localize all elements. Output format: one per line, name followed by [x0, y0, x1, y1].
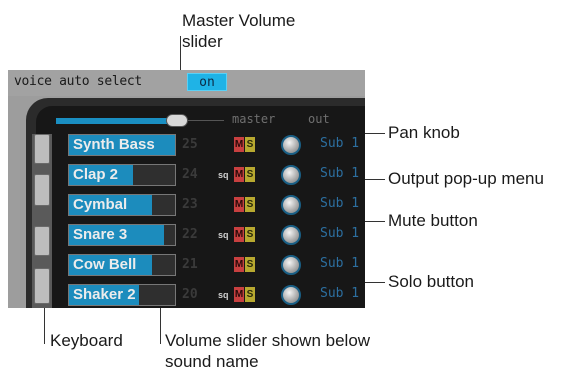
- pan-knob[interactable]: [281, 285, 301, 305]
- sound-name: Cymbal: [73, 196, 128, 213]
- keyboard-callout: Keyboard: [50, 331, 123, 350]
- output-popup-menu[interactable]: Sub 1: [320, 196, 359, 211]
- mute-button[interactable]: M: [234, 287, 244, 302]
- solo-button[interactable]: S: [245, 227, 255, 242]
- output-popup-menu[interactable]: Sub 1: [320, 166, 359, 181]
- keyboard-key[interactable]: [34, 174, 50, 206]
- master-volume-callout: Master Volume slider: [182, 11, 296, 51]
- sound-name-field[interactable]: Cymbal: [68, 194, 176, 216]
- sound-name: Cow Bell: [73, 256, 137, 273]
- solo-button[interactable]: S: [245, 137, 255, 152]
- sound-row: Synth Bass 25 M S Sub 1: [68, 134, 365, 158]
- note-number: 20: [182, 287, 198, 302]
- sound-name: Shaker 2: [73, 286, 136, 303]
- keyboard-leader: [44, 306, 45, 344]
- pan-knob[interactable]: [281, 255, 301, 275]
- output-popup-menu[interactable]: Sub 1: [320, 256, 359, 271]
- keyboard[interactable]: [32, 134, 52, 308]
- plugin-panel: voice auto select on master out Synth Ba…: [8, 70, 365, 308]
- sound-name: Snare 3: [73, 226, 128, 243]
- sound-name-field[interactable]: Shaker 2: [68, 284, 176, 306]
- pan-knob-callout: Pan knob: [388, 123, 460, 142]
- note-number: 23: [182, 197, 198, 212]
- mute-button[interactable]: M: [234, 227, 244, 242]
- note-number: 21: [182, 257, 198, 272]
- master-divider: [188, 120, 224, 121]
- sound-name: Synth Bass: [73, 136, 155, 153]
- voice-auto-select-on-button[interactable]: on: [187, 73, 227, 91]
- sound-row: Shaker 2 20 sq M S Sub 1: [68, 284, 365, 308]
- mute-button[interactable]: M: [234, 257, 244, 272]
- volume-slider-callout: Volume slider shown below sound name: [165, 331, 371, 371]
- sound-name-field[interactable]: Snare 3: [68, 224, 176, 246]
- mute-button-callout: Mute button: [388, 211, 478, 230]
- mute-button[interactable]: M: [234, 197, 244, 212]
- master-volume-slider[interactable]: [166, 114, 188, 127]
- keyboard-key[interactable]: [34, 268, 50, 304]
- note-number: 25: [182, 137, 198, 152]
- sound-row: Snare 3 22 sq M S Sub 1: [68, 224, 365, 248]
- voice-auto-select-label: voice auto select: [14, 74, 142, 89]
- sound-name-field[interactable]: Clap 2: [68, 164, 176, 186]
- solo-button[interactable]: S: [245, 197, 255, 212]
- output-popup-menu[interactable]: Sub 1: [320, 136, 359, 151]
- note-number: 22: [182, 227, 198, 242]
- sound-row: Cow Bell 21 M S Sub 1: [68, 254, 365, 278]
- voice-auto-select-bar: voice auto select on: [8, 70, 365, 96]
- solo-button[interactable]: S: [245, 287, 255, 302]
- sound-name-field[interactable]: Synth Bass: [68, 134, 176, 156]
- output-popup-menu[interactable]: Sub 1: [320, 286, 359, 301]
- sound-row: Clap 2 24 sq M S Sub 1: [68, 164, 365, 188]
- mute-button[interactable]: M: [234, 167, 244, 182]
- keyboard-key[interactable]: [34, 134, 50, 164]
- sound-row: Cymbal 23 M S Sub 1: [68, 194, 365, 218]
- sq-indicator: sq: [218, 230, 229, 240]
- note-number: 24: [182, 167, 198, 182]
- solo-button[interactable]: S: [245, 167, 255, 182]
- pan-knob[interactable]: [281, 195, 301, 215]
- output-popup-menu[interactable]: Sub 1: [320, 226, 359, 241]
- pan-knob[interactable]: [281, 135, 301, 155]
- pan-knob[interactable]: [281, 225, 301, 245]
- output-menu-callout: Output pop-up menu: [388, 169, 544, 188]
- solo-button-callout: Solo button: [388, 272, 475, 291]
- keyboard-key[interactable]: [34, 226, 50, 256]
- out-label: out: [308, 112, 330, 126]
- pan-knob[interactable]: [281, 165, 301, 185]
- sound-name: Clap 2: [73, 166, 119, 183]
- sq-indicator: sq: [218, 170, 229, 180]
- master-volume-track[interactable]: [56, 118, 176, 124]
- master-label: master: [232, 112, 276, 126]
- solo-button[interactable]: S: [245, 257, 255, 272]
- sound-name-field[interactable]: Cow Bell: [68, 254, 176, 276]
- mute-button[interactable]: M: [234, 137, 244, 152]
- sq-indicator: sq: [218, 290, 229, 300]
